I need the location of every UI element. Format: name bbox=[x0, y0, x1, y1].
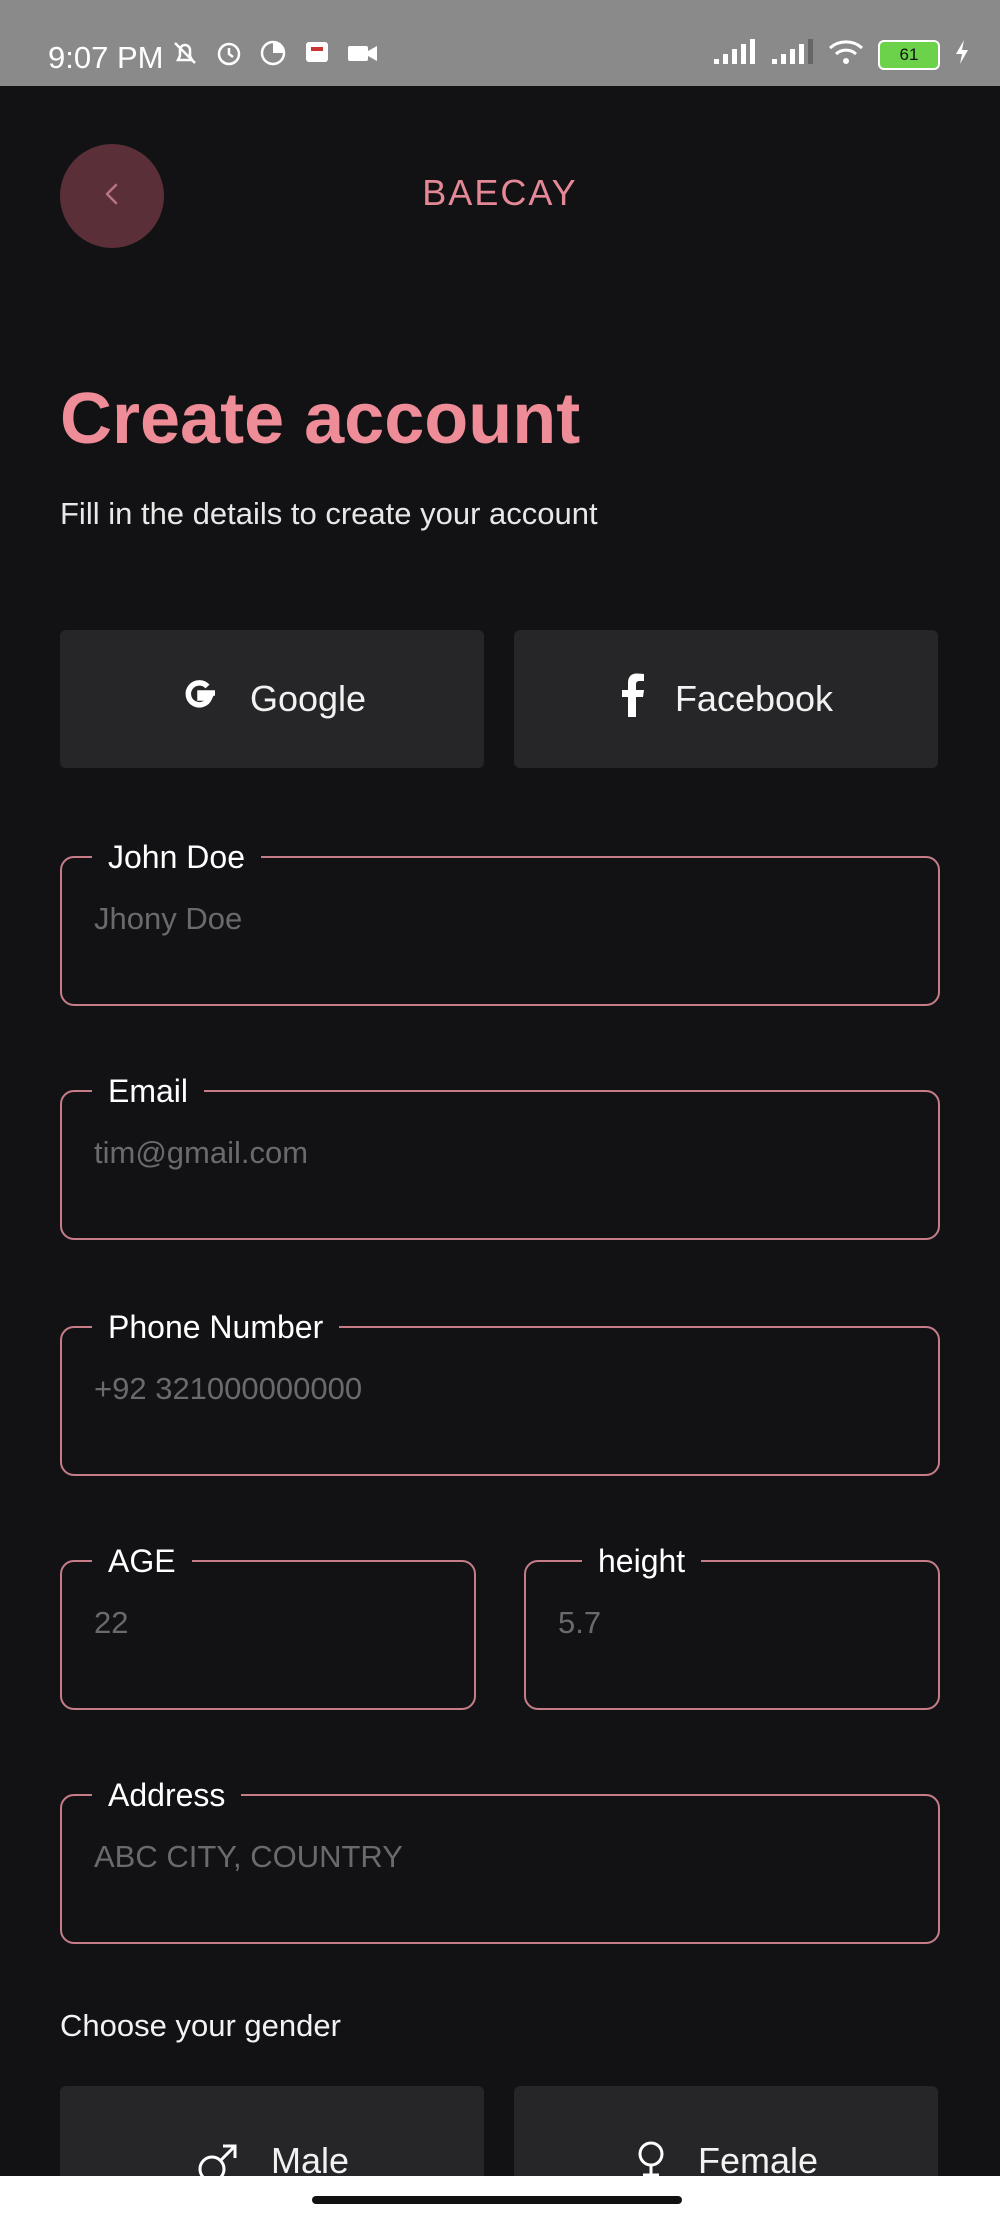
phone-field-label: Phone Number bbox=[92, 1308, 340, 1346]
male-button[interactable]: Male bbox=[60, 2086, 484, 2176]
google-signin-button[interactable]: Google bbox=[60, 630, 484, 768]
facebook-label: Facebook bbox=[674, 678, 834, 719]
video-icon bbox=[346, 38, 377, 68]
status-icons-right: 61 bbox=[712, 38, 970, 71]
female-button[interactable]: Female bbox=[514, 2086, 938, 2176]
status-bar: 9:07 PM 61 bbox=[0, 0, 1000, 86]
height-field-label: height bbox=[582, 1542, 702, 1580]
page-subtitle: Fill in the details to create your accou… bbox=[60, 496, 598, 531]
name-input[interactable] bbox=[92, 900, 797, 938]
name-field-label: John Doe bbox=[92, 838, 261, 876]
age-field: AGE bbox=[60, 1542, 476, 1710]
email-input[interactable] bbox=[92, 1134, 797, 1172]
page-title: Create account bbox=[60, 379, 581, 459]
signal-icon bbox=[712, 39, 756, 70]
female-icon bbox=[634, 2140, 668, 2176]
female-label: Female bbox=[697, 2140, 819, 2176]
email-field-label: Email bbox=[92, 1072, 205, 1110]
mute-alarm-icon bbox=[170, 38, 200, 68]
address-field: Address bbox=[60, 1776, 940, 1944]
gender-label: Choose your gender bbox=[60, 2008, 341, 2043]
age-field-label: AGE bbox=[92, 1542, 192, 1580]
male-label: Male bbox=[270, 2140, 350, 2176]
signal-icon bbox=[770, 39, 814, 70]
male-icon bbox=[195, 2140, 241, 2176]
phone-field: Phone Number bbox=[60, 1308, 940, 1476]
email-field: Email bbox=[60, 1072, 940, 1240]
google-label: Google bbox=[249, 678, 367, 719]
height-field: height bbox=[524, 1542, 940, 1710]
data-saver-icon bbox=[258, 38, 288, 68]
notification-icon bbox=[302, 38, 332, 68]
charging-icon bbox=[954, 39, 970, 70]
google-icon bbox=[178, 673, 222, 726]
facebook-icon bbox=[619, 673, 647, 726]
status-time: 9:07 PM bbox=[48, 40, 164, 75]
height-input[interactable] bbox=[556, 1604, 890, 1642]
create-account-screen: BAECAY Create account Fill in the detail… bbox=[0, 86, 1000, 2176]
home-indicator[interactable] bbox=[312, 2196, 682, 2204]
facebook-signin-button[interactable]: Facebook bbox=[514, 630, 938, 768]
wifi-icon bbox=[828, 38, 864, 71]
phone-input[interactable] bbox=[92, 1370, 797, 1408]
address-field-label: Address bbox=[92, 1776, 242, 1814]
address-input[interactable] bbox=[92, 1838, 797, 1876]
app-title: BAECAY bbox=[422, 172, 578, 213]
battery-icon: 61 bbox=[878, 39, 940, 70]
alarm-icon bbox=[214, 38, 244, 68]
name-field: John Doe bbox=[60, 838, 940, 1006]
age-input[interactable] bbox=[92, 1604, 426, 1642]
status-icons-left bbox=[170, 38, 377, 68]
